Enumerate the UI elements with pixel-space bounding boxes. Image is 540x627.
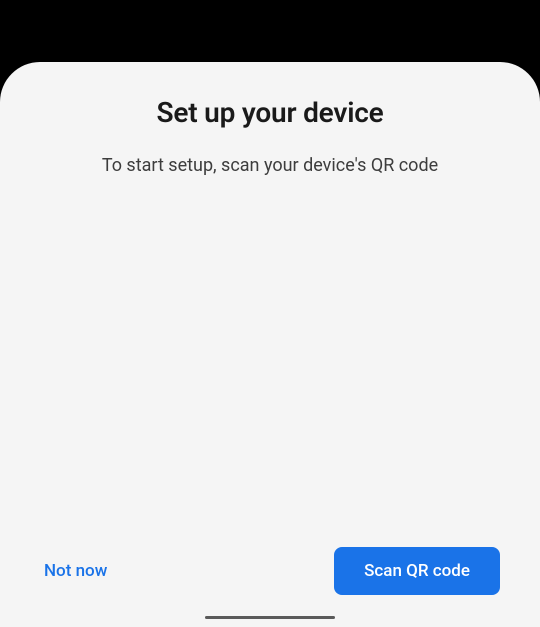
content-spacer: [28, 176, 512, 547]
scan-qr-code-button[interactable]: Scan QR code: [334, 547, 500, 595]
dialog-subtitle: To start setup, scan your device's QR co…: [28, 155, 512, 176]
navigation-handle-icon[interactable]: [205, 616, 335, 619]
not-now-button[interactable]: Not now: [40, 549, 111, 593]
dialog-title: Set up your device: [28, 96, 512, 129]
setup-bottom-sheet: Set up your device To start setup, scan …: [0, 62, 540, 627]
dialog-footer: Not now Scan QR code: [28, 547, 512, 595]
